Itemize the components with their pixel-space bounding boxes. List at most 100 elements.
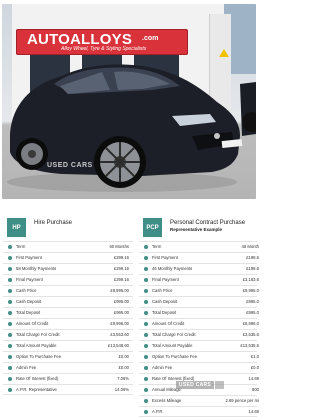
bullet-icon	[8, 344, 12, 348]
row-label: A.P.R. Representative	[16, 387, 57, 392]
table-row: 46 Monthly Payments £198.6	[139, 263, 259, 274]
pcp-table: Term 48 Month First Payment £198.6 46 Monthl…	[139, 241, 259, 417]
bullet-icon	[8, 311, 12, 315]
row-value: £8,996.0	[242, 321, 259, 326]
row-value: 14.69	[248, 376, 259, 381]
table-row: Cash Deposit £995.0	[139, 296, 259, 307]
row-value: £13,535.6	[240, 343, 259, 348]
bullet-icon	[144, 256, 148, 260]
row-label: Admin Fee	[16, 365, 37, 370]
bullet-icon	[144, 311, 148, 315]
table-row: Final Payment £299.16	[3, 274, 133, 285]
row-label: Cash Price	[152, 288, 173, 293]
car-illustration	[7, 64, 256, 192]
row-label: Amount Of Credit	[16, 321, 49, 326]
row-value: 2.69 pence per mi	[225, 398, 259, 403]
row-value: £299.16	[113, 277, 129, 282]
row-value: £299.16	[113, 255, 129, 260]
hire-purchase-header: HP Hire Purchase	[3, 214, 133, 240]
table-row: Amount Of Credit £9,996.00	[3, 318, 133, 329]
table-row: A.P.R. Representative 14.06%	[3, 384, 133, 395]
table-row: Term 48 Month	[139, 241, 259, 252]
row-label: First Payment	[152, 255, 178, 260]
row-label: 46 Monthly Payments	[152, 266, 193, 271]
bullet-icon	[8, 245, 12, 249]
bullet-icon	[144, 344, 148, 348]
table-row: Cash Deposit £995.00	[3, 296, 133, 307]
row-value: 60 Months	[109, 244, 129, 249]
row-value: £9,995.00	[110, 288, 129, 293]
bullet-icon	[8, 377, 12, 381]
bullet-icon	[144, 333, 148, 337]
table-row: Option To Purchase Fee £1.0	[139, 351, 259, 362]
row-value: £995.00	[113, 310, 129, 315]
table-row: Cash Price £9,995.00	[3, 285, 133, 296]
pcp-title: Personal Contract Purchase	[170, 220, 246, 226]
row-value: £299.16	[113, 266, 129, 271]
table-row: Term 60 Months	[3, 241, 133, 252]
hire-purchase-table: Term 60 Months First Payment £299.16 58 Mont…	[3, 241, 133, 395]
hp-badge: HP	[7, 218, 26, 237]
photo-watermark: USED CARS	[47, 162, 93, 169]
table-row: Total Deposit £995.00	[3, 307, 133, 318]
bullet-icon	[144, 300, 148, 304]
row-value: £198.6	[246, 266, 259, 271]
pcp-panel: PCP Personal Contract Purchase Represent…	[139, 214, 259, 417]
row-value: £9,995.0	[242, 288, 259, 293]
row-value: £0.00	[118, 354, 129, 359]
bullet-icon	[8, 333, 12, 337]
row-value: £995.0	[246, 299, 259, 304]
table-watermark: USED CARS	[176, 381, 214, 389]
row-value: 7.06%	[117, 376, 129, 381]
table-row: A.P.R. 14.69	[139, 406, 259, 417]
row-value: £3,535.6	[242, 332, 259, 337]
row-label: Excess Mileage	[152, 398, 182, 403]
bullet-icon	[144, 410, 148, 414]
row-value: 14.06%	[114, 387, 129, 392]
table-row: Admin Fee £0.00	[3, 362, 133, 373]
row-value: £9,996.00	[110, 321, 129, 326]
bullet-icon	[8, 300, 12, 304]
bullet-icon	[144, 322, 148, 326]
table-row: Total Charge For Credit £3,535.6	[139, 329, 259, 340]
row-value: 14.69	[248, 409, 259, 414]
table-row: Rate Of Interest (fixed) 7.06%	[3, 373, 133, 384]
table-row: Excess Mileage 2.69 pence per mi	[139, 395, 259, 406]
row-value: £198.6	[246, 255, 259, 260]
bullet-icon	[144, 366, 148, 370]
row-value: £3,183.6	[242, 277, 259, 282]
bullet-icon	[8, 278, 12, 282]
table-row: Admin Fee £0.0	[139, 362, 259, 373]
row-value: £13,548.60	[108, 343, 129, 348]
row-label: Total Amount Payable	[16, 343, 57, 348]
table-row: Total Deposit £995.0	[139, 307, 259, 318]
pcp-header: PCP Personal Contract Purchase Represent…	[139, 214, 257, 240]
bullet-icon	[8, 256, 12, 260]
row-value: £0.00	[118, 365, 129, 370]
row-label: Term	[152, 244, 162, 249]
bullet-icon	[8, 289, 12, 293]
bullet-icon	[8, 355, 12, 359]
bullet-icon	[8, 388, 12, 392]
table-row: Total Charge For Credit £3,553.60	[3, 329, 133, 340]
car-photo[interactable]: AUTOALLOYS .com Alloy Wheel, Tyre & Styl…	[2, 4, 256, 199]
bullet-icon	[8, 322, 12, 326]
table-row: Final Payment £3,183.6	[139, 274, 259, 285]
bullet-icon	[144, 388, 148, 392]
row-label: 58 Monthly Payments	[16, 266, 57, 271]
row-label: Option To Purchase Fee	[152, 354, 198, 359]
row-value: £995.00	[113, 299, 129, 304]
table-row: 58 Monthly Payments £299.16	[3, 263, 133, 274]
row-label: First Payment	[16, 255, 42, 260]
bullet-icon	[144, 355, 148, 359]
table-row: First Payment £198.6	[139, 252, 259, 263]
row-label: A.P.R.	[152, 409, 164, 414]
row-value: £0.0	[250, 365, 259, 370]
bullet-icon	[144, 245, 148, 249]
table-row: First Payment £299.16	[3, 252, 133, 263]
watermark-box-icon	[215, 381, 224, 389]
row-value: £995.0	[246, 310, 259, 315]
row-label: Total Charge For Credit	[152, 332, 196, 337]
row-value: £1.0	[250, 354, 259, 359]
bullet-icon	[8, 366, 12, 370]
